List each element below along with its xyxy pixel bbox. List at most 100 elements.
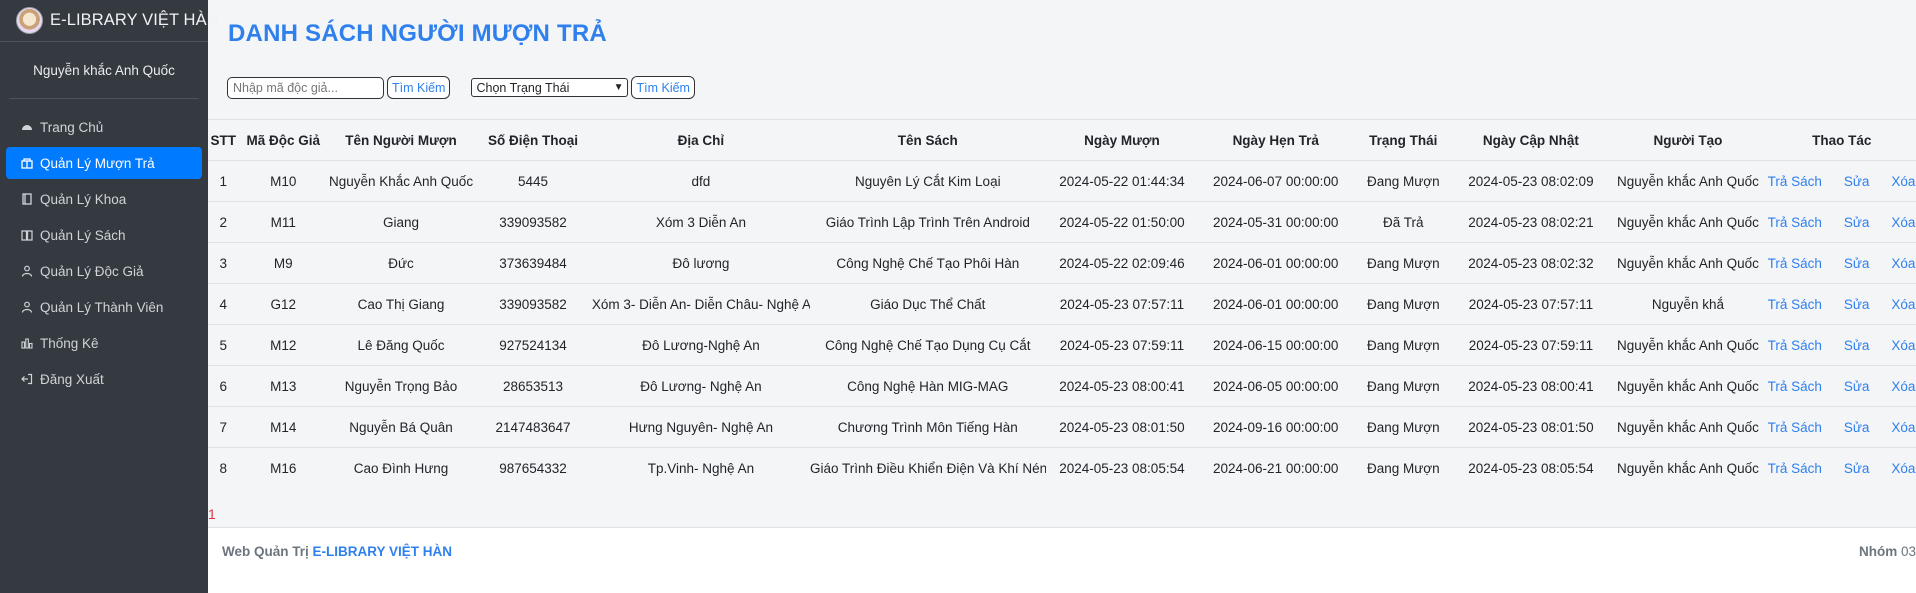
return-book-link[interactable]: Trả Sách <box>1768 256 1822 271</box>
sidebar-item-books[interactable]: Quản Lý Sách <box>6 219 202 251</box>
delete-link[interactable]: Xóa <box>1891 174 1915 189</box>
edit-link[interactable]: Sửa <box>1844 256 1870 271</box>
created-by-cell: Nguyễn khắc Anh Quốc <box>1608 365 1768 407</box>
table-row: 1 M10 Nguyễn Khắc Anh Quốc 5445 dfd Nguyên Lý… <box>208 160 1916 202</box>
sidebar-item-department[interactable]: Quản Lý Khoa <box>6 183 202 215</box>
table-header-row: STT Mã Độc Giả Tên Người Mượn Số Điện Th… <box>208 119 1916 161</box>
footer-group-number: 03 <box>1897 544 1916 559</box>
edit-link[interactable]: Sửa <box>1844 297 1870 312</box>
delete-link[interactable]: Xóa <box>1891 256 1915 271</box>
created-by-cell: Nguyễn khắc Anh Quốc <box>1608 160 1768 202</box>
edit-link[interactable]: Sửa <box>1844 379 1870 394</box>
brand-link[interactable]: E-LIBRARY VIỆT HÀN <box>0 0 219 42</box>
due-date-cell: 2024-06-21 00:00:00 <box>1213 460 1339 476</box>
borrow-date-cell: 2024-05-23 07:57:11 <box>1045 283 1199 325</box>
return-book-link[interactable]: Trả Sách <box>1768 174 1822 189</box>
return-book-link[interactable]: Trả Sách <box>1768 215 1822 230</box>
sidebar-item-label: Quản Lý Sách <box>40 227 126 243</box>
actions-cell: Trả Sách Sửa Xóa <box>1767 324 1916 366</box>
status-select-value: Chọn Trạng Thái <box>476 80 570 95</box>
return-book-link[interactable]: Trả Sách <box>1768 461 1822 476</box>
reader-code-cell: M10 <box>238 160 328 202</box>
return-book-link[interactable]: Trả Sách <box>1768 338 1822 353</box>
borrow-date-cell: 2024-05-23 08:01:50 <box>1045 406 1199 448</box>
book-title-cell: Công Nghệ Hàn MIG-MAG <box>810 365 1046 407</box>
table-row: 7 M14 Nguyễn Bá Quân 2147483647 Hưng Nguyên-… <box>208 406 1916 448</box>
table-row: 6 M13 Nguyễn Trọng Bảo 28653513 Đô Lương- Ng… <box>208 365 1916 407</box>
row-index-cell: 6 <box>208 365 239 407</box>
column-header: Ngày Hẹn Trả <box>1198 119 1354 161</box>
borrower-name-cell: Nguyễn Bá Quân <box>327 406 475 448</box>
sidebar: E-LIBRARY VIỆT HÀN Nguyễn khắc Anh Quốc … <box>0 0 219 593</box>
due-date-cell: 2024-05-31 00:00:00 <box>1198 201 1354 243</box>
search-button[interactable]: Tìm Kiếm <box>387 76 451 99</box>
sidebar-item-home[interactable]: Trang Chủ <box>6 111 202 143</box>
delete-link[interactable]: Xóa <box>1891 461 1915 476</box>
book-title-cell: Nguyên Lý Cắt Kim Loại <box>810 160 1046 202</box>
phone-number-cell: 373639484 <box>474 242 592 284</box>
sidebar-item-readers[interactable]: Quản Lý Độc Giả <box>6 255 202 287</box>
borrower-name-cell: Cao Thị Giang <box>327 283 475 325</box>
delete-link[interactable]: Xóa <box>1891 297 1915 312</box>
dashboard-icon <box>20 121 34 133</box>
sidebar-item-label: Đăng Xuất <box>40 371 104 387</box>
book-title-cell: Công Nghệ Chế Tạo Dụng Cụ Cắt <box>810 324 1046 366</box>
page-title: DANH SÁCH NGƯỜI MƯỢN TRẢ <box>228 20 607 47</box>
actions-cell: Trả Sách Sửa Xóa <box>1768 448 1916 489</box>
edit-link[interactable]: Sửa <box>1844 174 1870 189</box>
updated-date-cell: 2024-05-23 08:02:21 <box>1453 201 1609 243</box>
sidebar-item-logout[interactable]: Đăng Xuất <box>6 363 202 395</box>
reader-code-search-input[interactable] <box>227 76 384 99</box>
table-row: 8 M16 Cao Đình Hưng 987654332 Tp.Vinh- Nghệ … <box>208 448 1916 489</box>
open-book-icon <box>20 229 34 241</box>
return-book-link[interactable]: Trả Sách <box>1768 297 1822 312</box>
user-panel[interactable]: Nguyễn khắc Anh Quốc <box>9 42 199 99</box>
edit-link[interactable]: Sửa <box>1844 461 1870 476</box>
pagination-current-page[interactable]: 1 <box>208 506 216 522</box>
delete-link[interactable]: Xóa <box>1891 379 1915 394</box>
address-cell: Đô Lương-Nghệ An <box>591 324 810 366</box>
return-book-link[interactable]: Trả Sách <box>1768 379 1822 394</box>
status-select[interactable]: Chọn Trạng Thái ▼ <box>471 78 629 97</box>
sidebar-item-lending[interactable]: Quản Lý Mượn Trả <box>6 147 202 179</box>
phone-number-cell: 28653513 <box>474 365 592 407</box>
sidebar-nav: Trang Chủ Quản Lý Mượn Trả Quản Lý Khoa … <box>0 111 208 395</box>
row-index-cell: 3 <box>208 242 239 284</box>
actions-cell: Trả Sách Sửa Xóa <box>1767 242 1916 284</box>
due-date-cell: 2024-06-07 00:00:00 <box>1198 160 1354 202</box>
sidebar-item-label: Quản Lý Khoa <box>40 191 127 207</box>
sidebar-item-label: Quản Lý Thành Viên <box>40 299 164 315</box>
updated-date-cell: 2024-05-23 08:05:54 <box>1468 460 1594 476</box>
updated-date-cell: 2024-05-23 08:01:50 <box>1453 406 1609 448</box>
address-cell: dfd <box>591 160 810 202</box>
status-cell: Đang Mượn <box>1353 242 1454 284</box>
phone-number-cell: 927524134 <box>474 324 592 366</box>
book-title-cell: Chương Trình Môn Tiếng Hàn <box>810 406 1046 448</box>
phone-number-cell: 2147483647 <box>474 406 592 448</box>
user-name: Nguyễn khắc Anh Quốc <box>33 62 175 78</box>
borrow-date-cell: 2024-05-23 08:05:54 <box>1059 460 1185 476</box>
edit-link[interactable]: Sửa <box>1844 215 1870 230</box>
delete-link[interactable]: Xóa <box>1891 338 1915 353</box>
return-book-link[interactable]: Trả Sách <box>1768 420 1822 435</box>
footer: Web Quản Trị E-LIBRARY VIỆT HÀN Nhóm 03 <box>208 527 1916 593</box>
status-cell: Đang Mượn <box>1366 460 1440 476</box>
search-bar: Tìm Kiếm Chọn Trạng Thái ▼ Tìm Kiếm <box>227 76 695 99</box>
footer-group: Nhóm 03 <box>1859 544 1916 559</box>
status-search-button[interactable]: Tìm Kiếm <box>631 76 695 99</box>
footer-prefix: Web Quản Trị <box>222 544 313 559</box>
delete-link[interactable]: Xóa <box>1891 420 1915 435</box>
footer-brand-link[interactable]: E-LIBRARY VIỆT HÀN <box>313 544 453 559</box>
edit-link[interactable]: Sửa <box>1844 338 1870 353</box>
delete-link[interactable]: Xóa <box>1891 215 1915 230</box>
edit-link[interactable]: Sửa <box>1844 420 1870 435</box>
reader-code-cell: M16 <box>270 460 297 476</box>
sidebar-item-statistics[interactable]: Thống Kê <box>6 327 202 359</box>
phone-number-cell: 339093582 <box>474 201 592 243</box>
actions-cell: Trả Sách Sửa Xóa <box>1767 201 1916 243</box>
book-icon <box>20 193 34 205</box>
sidebar-item-members[interactable]: Quản Lý Thành Viên <box>6 291 202 323</box>
due-date-cell: 2024-06-01 00:00:00 <box>1198 242 1354 284</box>
address-cell: Xóm 3 Diễn An <box>591 201 810 243</box>
due-date-cell: 2024-06-15 00:00:00 <box>1198 324 1354 366</box>
